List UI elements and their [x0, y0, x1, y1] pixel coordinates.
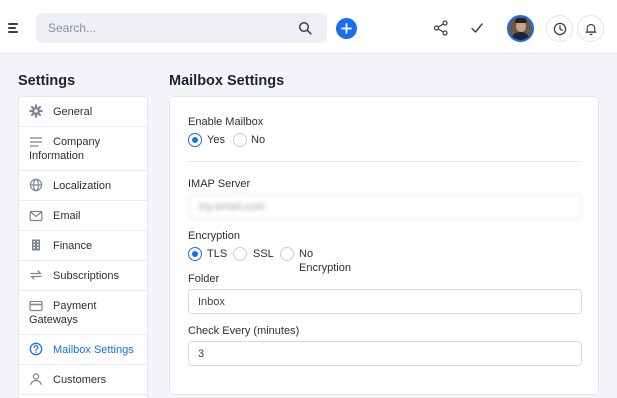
- encryption-none-radio[interactable]: [280, 247, 294, 261]
- credit-card-icon: [29, 300, 43, 312]
- envelope-icon: [29, 210, 43, 222]
- check-every-input[interactable]: [188, 341, 582, 366]
- encryption-tls-label[interactable]: TLS: [207, 247, 227, 261]
- enable-mailbox-yes-label[interactable]: Yes: [207, 133, 225, 147]
- sidebar-item-mailbox-settings[interactable]: Mailbox Settings: [19, 335, 147, 365]
- encryption-none-label[interactable]: No Encryption: [299, 247, 351, 275]
- settings-sidebar: General Company Information Localization…: [18, 96, 148, 398]
- clock-icon: [553, 22, 567, 36]
- check-icon[interactable]: [469, 20, 485, 36]
- sidebar-item-label: Subscriptions: [53, 270, 120, 282]
- divider: [188, 161, 582, 162]
- encryption-ssl-radio[interactable]: [233, 247, 247, 261]
- sidebar-item-label-line2: Gateways: [29, 314, 78, 326]
- page-title: Mailbox Settings: [169, 73, 285, 89]
- sidebar-item-label-line2: Information: [29, 150, 85, 162]
- search-icon[interactable]: [298, 21, 312, 35]
- encryption-tls-radio[interactable]: [188, 247, 202, 261]
- settings-title: Settings: [18, 73, 76, 89]
- enable-mailbox-yes-radio[interactable]: [188, 133, 202, 147]
- encryption-ssl-label[interactable]: SSL: [253, 247, 274, 261]
- plus-icon: [341, 23, 352, 34]
- sidebar-item-payment-gateways[interactable]: Payment Gateways: [19, 291, 147, 335]
- sidebar-item-label: Localization: [53, 180, 112, 192]
- menu-icon[interactable]: [8, 22, 20, 34]
- enable-mailbox-label: Enable Mailbox: [188, 116, 264, 128]
- sidebar-item-company-information[interactable]: Company Information: [19, 127, 147, 171]
- sidebar-item-general[interactable]: General: [19, 97, 147, 127]
- sidebar-item-subscriptions[interactable]: Subscriptions: [19, 261, 147, 291]
- list-icon: [29, 137, 43, 147]
- building-icon: [32, 239, 40, 251]
- imap-server-input[interactable]: [188, 194, 582, 219]
- gear-icon: [29, 104, 43, 118]
- globe-icon: [29, 178, 43, 192]
- history-button[interactable]: [546, 15, 573, 42]
- imap-server-label: IMAP Server: [188, 178, 251, 190]
- sidebar-item-label: Mailbox Settings: [53, 344, 134, 356]
- user-icon: [30, 373, 42, 385]
- sidebar-item-finance[interactable]: Finance: [19, 231, 147, 261]
- notifications-button[interactable]: [577, 15, 604, 42]
- search-bar: [36, 13, 327, 43]
- sidebar-item-label-line1: Payment: [53, 300, 97, 312]
- folder-label: Folder: [188, 273, 220, 285]
- search-input[interactable]: [36, 13, 296, 43]
- folder-input[interactable]: [188, 289, 582, 314]
- refresh-icon: [30, 270, 42, 280]
- sidebar-item-email[interactable]: Email: [19, 201, 147, 231]
- add-button[interactable]: [336, 18, 357, 39]
- encryption-label: Encryption: [188, 230, 240, 242]
- sidebar-item-label: Customers: [53, 374, 107, 386]
- sidebar-item-customers[interactable]: Customers: [19, 365, 147, 395]
- enable-mailbox-no-label[interactable]: No: [251, 133, 265, 147]
- sidebar-item-localization[interactable]: Localization: [19, 171, 147, 201]
- mailbox-settings-panel: Enable Mailbox Yes No IMAP Server Encryp…: [169, 96, 599, 395]
- sidebar-item-label: Email: [53, 210, 81, 222]
- enable-mailbox-no-radio[interactable]: [233, 133, 247, 147]
- top-bar: [0, 0, 617, 54]
- sidebar-item-label: General: [53, 106, 93, 118]
- sidebar-item-label-line1: Company: [53, 136, 101, 148]
- share-icon[interactable]: [433, 20, 449, 36]
- avatar[interactable]: [507, 15, 534, 42]
- check-every-label: Check Every (minutes): [188, 325, 300, 337]
- sidebar-item-label: Finance: [53, 240, 93, 252]
- help-circle-icon: [29, 342, 43, 356]
- bell-icon: [585, 23, 597, 36]
